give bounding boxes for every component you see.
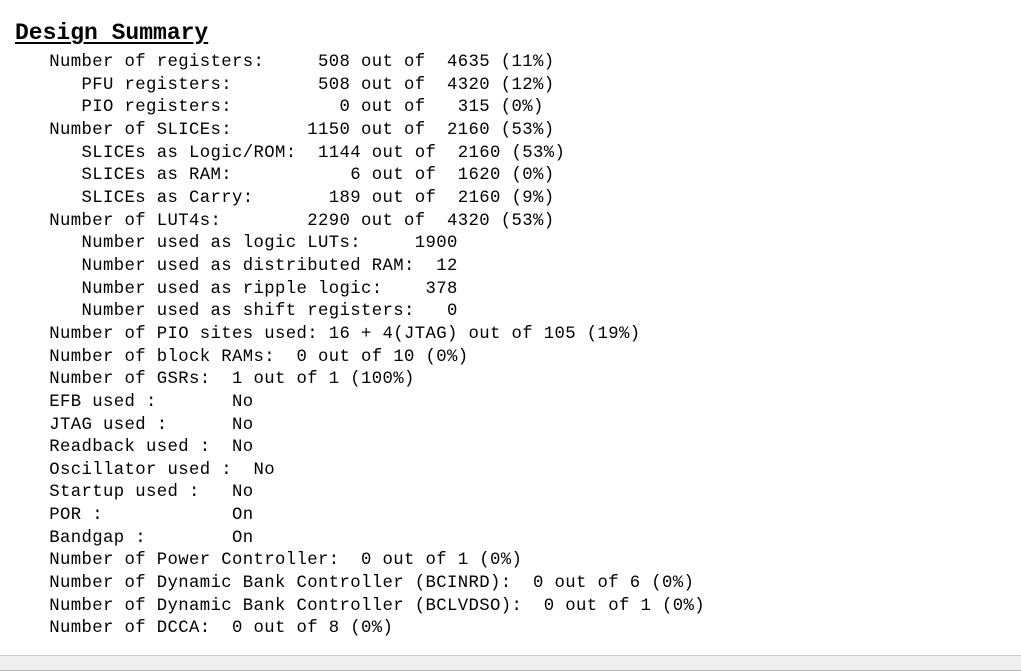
page-title: Design Summary bbox=[15, 20, 209, 46]
design-summary-report-window: Design Summary Number of registers: 508 … bbox=[0, 0, 1021, 671]
report-content-area[interactable]: Design Summary Number of registers: 508 … bbox=[0, 0, 1021, 655]
design-summary-text: Number of registers: 508 out of 4635 (11… bbox=[49, 53, 706, 639]
bottom-status-bar bbox=[0, 655, 1021, 671]
